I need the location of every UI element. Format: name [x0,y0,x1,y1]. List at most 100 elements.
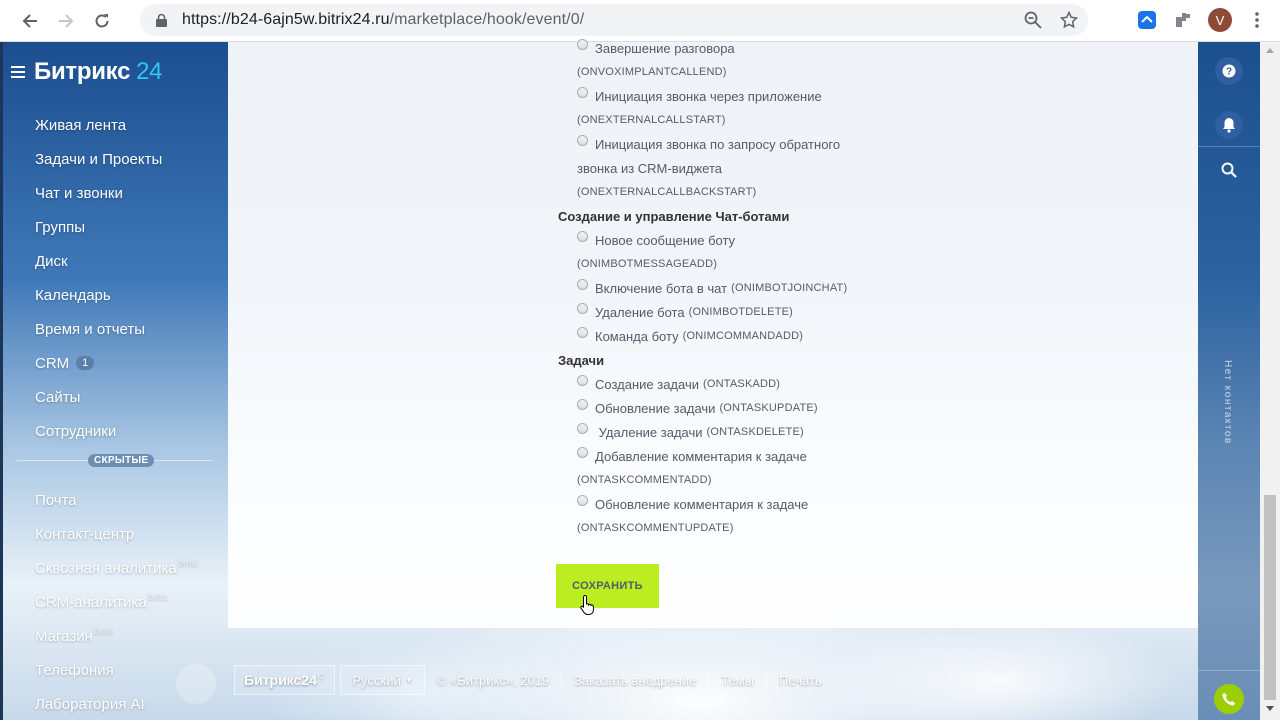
event-radio[interactable] [577,86,588,98]
logo-row: Битрикс 24 [11,58,163,86]
notifications-button[interactable] [1215,111,1243,139]
event-radio[interactable] [577,302,588,314]
sidebar-item-groups[interactable]: Группы [35,210,162,244]
event-row[interactable]: Инициация звонка через приложение [558,84,1178,108]
event-label: Создание задачи [595,376,699,392]
event-label: звонка из CRM-виджета [577,160,722,176]
sidebar-item-label: Почта [35,491,77,509]
scroll-up-arrow-icon[interactable] [1266,48,1274,53]
sidebar-item-label: Диск [35,252,68,270]
event-radio[interactable] [577,494,588,506]
reload-button[interactable] [84,3,120,39]
sidebar-item-label: Время и отчеты [35,320,146,338]
footer-link-print[interactable]: Печать [779,673,822,688]
url-host: https://b24-6ajn5w.bitrix24.ru [182,11,390,28]
sidebar-item-label: Живая лента [35,116,127,134]
no-contacts-label: Нет контактов [1222,360,1233,445]
event-radio[interactable] [577,230,588,242]
sidebar-item-crm-analytics[interactable]: CRM-аналитика beta [35,585,197,619]
footer-link-themes[interactable]: Темы [721,673,754,688]
event-label: Удаление бота [595,304,685,320]
event-row[interactable]: Обновление комментария к задаче [558,492,1178,516]
event-radio[interactable] [577,134,588,146]
back-button[interactable] [12,3,48,39]
sidebar-item-ai-lab[interactable]: Лаборатория AI [35,687,197,720]
hidden-menu: Почта Контакт-центр Сквозная аналитика be… [35,483,197,720]
copyright-text: © «Битрикс», 2019 [436,672,550,688]
event-radio[interactable] [577,398,588,410]
sidebar-item-live-feed[interactable]: Живая лента [35,108,162,142]
event-radio[interactable] [577,278,588,290]
hand-cursor-icon [580,594,594,615]
event-row: (ONVOXIMPLANTCALLEND) [558,60,1178,84]
reload-icon [95,13,109,27]
bitrix24-logo[interactable]: Битрикс 24 [34,58,163,86]
url-text: https://b24-6ajn5w.bitrix24.ru/marketpla… [182,11,584,29]
event-row[interactable]: Удаление задачи (ONTASKDELETE) [558,420,1178,444]
event-label: Инициация звонка по запросу обратного [595,136,841,152]
extension-blue-icon[interactable] [1136,9,1158,31]
sidebar-item-telephony[interactable]: Телефония [35,653,197,687]
sidebar-item-employees[interactable]: Сотрудники [35,414,162,448]
rail-separator [1198,146,1260,147]
phone-icon [1222,693,1235,706]
arrow-left-icon [22,13,37,28]
extension-puzzle-icon[interactable] [1172,9,1194,31]
event-row[interactable]: Команда боту (ONIMCOMMANDADD) [558,324,1178,348]
event-row[interactable]: Инициация звонка по запросу обратного [558,132,1178,156]
sidebar-item-tasks[interactable]: Задачи и Проекты [35,142,162,176]
sidebar-item-label: Контакт-центр [35,525,135,543]
scroll-down-arrow-icon[interactable] [1266,706,1274,711]
event-row[interactable]: Добавление комментария к задаче [558,444,1178,468]
event-row[interactable]: Новое сообщение боту [558,228,1178,252]
language-select[interactable]: Русский ▾ [339,665,425,695]
event-row[interactable]: Обновление задачи (ONTASKUPDATE) [558,396,1178,420]
content-panel: Завершение разговора (ONVOXIMPLANTCALLEND… [228,38,1198,628]
event-code: (ONIMBOTJOINCHAT) [731,282,848,294]
sidebar-item-calendar[interactable]: Календарь [35,278,162,312]
hamburger-icon[interactable] [11,66,25,78]
event-row[interactable]: Создание задачи (ONTASKADD) [558,372,1178,396]
event-code: (ONTASKUPDATE) [719,402,818,414]
event-radio[interactable] [577,422,588,434]
arrow-right-icon [59,13,74,28]
event-row[interactable]: Включение бота в чат (ONIMBOTJOINCHAT) [558,276,1178,300]
zoom-icon[interactable] [1022,9,1044,31]
help-button[interactable]: ? [1215,57,1243,85]
event-code: (ONTASKCOMMENTUPDATE) [577,522,734,534]
bookmark-star-icon[interactable] [1058,9,1080,31]
sidebar-item-time-reports[interactable]: Время и отчеты [35,312,162,346]
event-row[interactable]: Завершение разговора [558,36,1178,60]
sidebar-item-mail[interactable]: Почта [35,483,197,517]
phone-button[interactable] [1214,684,1244,714]
event-row[interactable]: Удаление бота (ONIMBOTDELETE) [558,300,1178,324]
hidden-items-badge[interactable]: СКРЫТЫЕ [88,454,155,467]
sidebar-item-label: Сотрудники [35,422,117,440]
save-button[interactable]: СОХРАНИТЬ [556,564,659,608]
sidebar-item-sites[interactable]: Сайты [35,380,162,414]
sidebar-item-label: CRM-аналитика [35,593,147,611]
sidebar-item-end-to-end-analytics[interactable]: Сквозная аналитика beta [35,551,197,585]
sidebar-item-disk[interactable]: Диск [35,244,162,278]
profile-avatar[interactable]: V [1208,8,1232,32]
group-title-text: Задачи [558,352,605,368]
sidebar-round-button[interactable] [176,664,216,704]
sidebar-item-shop[interactable]: Магазин beta [35,619,197,653]
sidebar-item-chat[interactable]: Чат и звонки [35,176,162,210]
event-radio[interactable] [577,446,588,458]
forward-button[interactable] [48,3,84,39]
menu-kebab-icon[interactable] [1246,9,1268,31]
event-radio[interactable] [577,326,588,338]
page-scrollbar[interactable] [1260,42,1280,720]
footer-logo-button[interactable]: Битрикс24 © [234,665,335,695]
sidebar-item-contact-center[interactable]: Контакт-центр [35,517,197,551]
scroll-thumb[interactable] [1264,495,1276,700]
footer-link-order[interactable]: Заказать внедрение [574,673,696,688]
search-button[interactable] [1215,156,1243,184]
address-bar[interactable]: https://b24-6ajn5w.bitrix24.ru/marketpla… [140,4,1088,36]
logo-number: 24 [136,58,163,85]
sidebar-item-crm[interactable]: CRM 1 [35,346,162,380]
event-radio[interactable] [577,374,588,386]
event-radio[interactable] [577,38,588,50]
crm-counter-badge: 1 [76,356,95,370]
